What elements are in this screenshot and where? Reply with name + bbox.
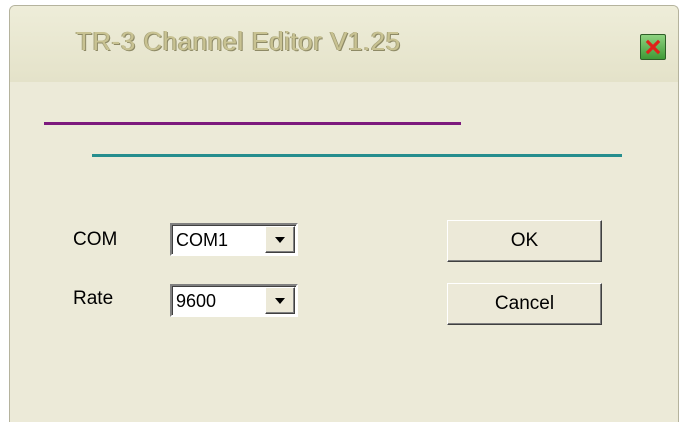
window-title: TR-3 Channel Editor V1.25 [76, 26, 401, 56]
close-icon [645, 39, 661, 55]
com-select-value: COM1 [176, 230, 229, 250]
rate-select[interactable]: 9600 [170, 284, 298, 317]
cancel-button[interactable]: Cancel [447, 283, 602, 325]
com-select[interactable]: COM1 [170, 223, 298, 256]
com-label: COM [73, 229, 118, 250]
chevron-down-icon [275, 297, 285, 304]
teal-divider [92, 154, 622, 157]
chevron-down-icon [275, 236, 285, 243]
close-button[interactable] [640, 34, 666, 60]
rate-dropdown-button[interactable] [265, 287, 295, 314]
purple-divider [44, 122, 461, 125]
com-dropdown-button[interactable] [265, 226, 295, 253]
ok-button[interactable]: OK [447, 220, 602, 262]
title-bar[interactable]: TR-3 Channel Editor V1.25 [10, 6, 678, 82]
rate-label: Rate [73, 288, 114, 309]
dialog-window: TR-3 Channel Editor V1.25 COM COM1 Rate … [9, 5, 679, 422]
rate-select-value: 9600 [176, 291, 217, 311]
